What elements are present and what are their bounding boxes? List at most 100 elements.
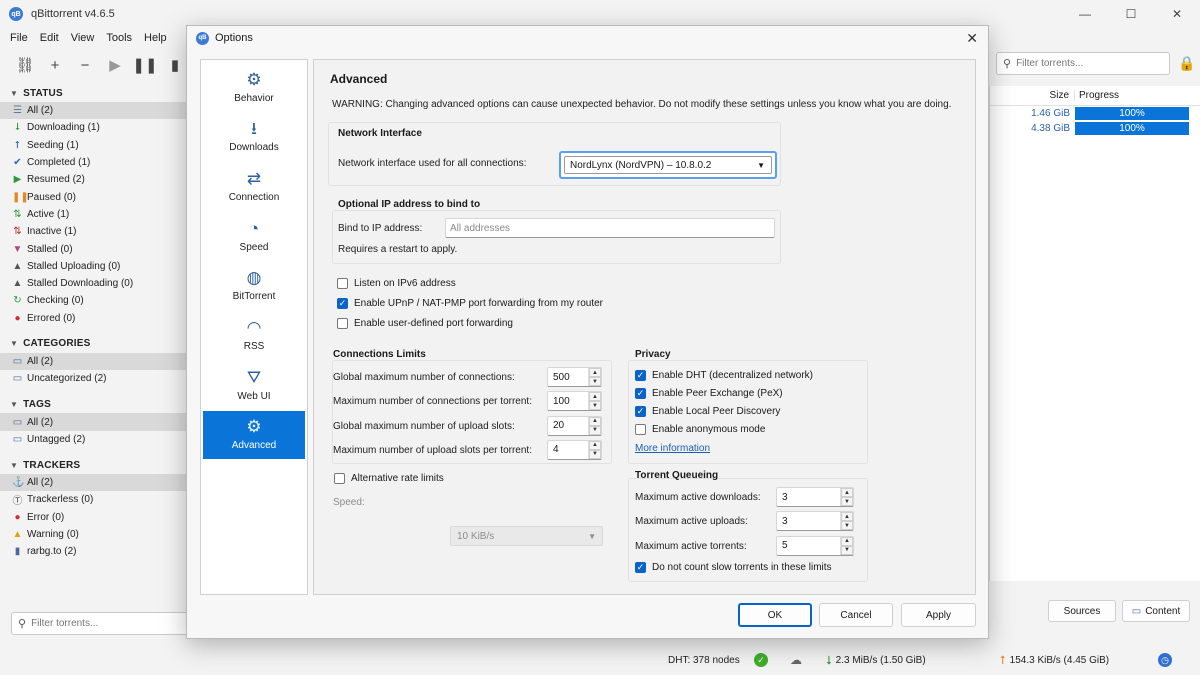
privacy-checkbox[interactable]: ✓ Enable Local Peer Discovery [635, 406, 780, 417]
nav-item-advanced[interactable]: ⚙ Advanced [203, 410, 305, 459]
category-item-uncategorized[interactable]: ▭ Uncategorized (2) [0, 370, 186, 387]
status-item[interactable]: ▲ Stalled Uploading (0) [0, 258, 186, 275]
tracker-item[interactable]: ▲ Warning (0) [0, 526, 186, 543]
spin-buttons[interactable]: ▲ ▼ [588, 368, 601, 386]
apply-button[interactable]: Apply [901, 603, 976, 627]
status-item[interactable]: ▼ Stalled (0) [0, 240, 186, 257]
spin-down-icon[interactable]: ▼ [589, 425, 601, 435]
more-information-text[interactable]: More information [635, 443, 710, 454]
nav-item-behavior[interactable]: ⚙ Behavior [203, 63, 305, 111]
spin-buttons[interactable]: ▲ ▼ [840, 488, 853, 506]
status-item[interactable]: ● Errored (0) [0, 310, 186, 327]
connections-limit-spinbox[interactable]: 20 ▲ ▼ [547, 415, 602, 436]
queueing-spinbox[interactable]: 3 ▲ ▼ [776, 511, 854, 532]
nav-item-web-ui[interactable]: ⛛ Web UI [203, 361, 305, 409]
add-torrent-icon[interactable]: + [40, 57, 70, 74]
torrent-filter-top[interactable]: ⚲ [996, 52, 1170, 75]
search-input[interactable] [1016, 58, 1157, 69]
nav-item-rss[interactable]: ◠ RSS [203, 312, 305, 360]
option-checkbox[interactable]: Listen on IPv6 address [337, 278, 456, 289]
search-input[interactable] [31, 618, 172, 629]
lock-icon[interactable]: 🔒 [1178, 55, 1195, 72]
status-item[interactable]: ✔ Completed (1) [0, 154, 186, 171]
connection-ok-icon[interactable]: ✓ [754, 653, 768, 667]
maximize-button[interactable]: ☐ [1108, 0, 1154, 28]
status-item[interactable]: ↻ Checking (0) [0, 292, 186, 309]
nav-item-speed[interactable]: ◔ Speed [203, 212, 305, 260]
spin-buttons[interactable]: ▲ ▼ [840, 512, 853, 531]
option-checkbox[interactable]: ✓ Enable UPnP / NAT-PMP port forwarding f… [337, 298, 603, 309]
pause-icon[interactable]: ❚❚ [130, 56, 160, 74]
nav-item-connection[interactable]: ⇄ Connection [203, 162, 305, 210]
spin-down-icon[interactable]: ▼ [589, 377, 601, 386]
status-item[interactable]: ▶ Resumed (2) [0, 171, 186, 188]
status-section-header[interactable]: ▼ STATUS [0, 84, 186, 102]
spin-down-icon[interactable]: ▼ [841, 521, 853, 531]
connections-limit-spinbox[interactable]: 500 ▲ ▼ [547, 367, 602, 387]
queueing-spinbox[interactable]: 3 ▲ ▼ [776, 487, 854, 507]
more-information-link[interactable]: More information [635, 443, 710, 454]
ok-button[interactable]: OK [738, 603, 812, 627]
spin-up-icon[interactable]: ▲ [589, 368, 601, 377]
spin-buttons[interactable]: ▲ ▼ [588, 440, 601, 459]
menu-edit[interactable]: Edit [34, 32, 65, 44]
spin-down-icon[interactable]: ▼ [841, 545, 853, 555]
privacy-checkbox[interactable]: ✓ Enable Peer Exchange (PeX) [635, 388, 783, 399]
category-item-all[interactable]: ▭ All (2) [0, 352, 186, 371]
nav-item-downloads[interactable]: ⭳ Downloads [203, 113, 305, 161]
table-row[interactable]: 1.46 GiB 100% [990, 106, 1200, 121]
menu-help[interactable]: Help [138, 32, 173, 44]
download-speed[interactable]: ⭣ 2.3 MiB/s (1.50 GiB) [826, 653, 926, 668]
connections-limit-spinbox[interactable]: 4 ▲ ▼ [547, 439, 602, 460]
spin-down-icon[interactable]: ▼ [841, 497, 853, 506]
privacy-checkbox[interactable]: Enable anonymous mode [635, 424, 765, 435]
bind-ip-field[interactable]: All addresses [445, 218, 775, 238]
close-window-button[interactable]: ✕ [1154, 0, 1200, 28]
add-torrent-link-icon[interactable]: ⛓ [10, 56, 40, 74]
status-item[interactable]: ⭣ Downloading (1) [0, 119, 186, 136]
spin-buttons[interactable]: ▲ ▼ [588, 392, 601, 411]
resume-icon[interactable]: ▶ [100, 56, 130, 74]
menu-tools[interactable]: Tools [100, 32, 138, 44]
network-interface-select[interactable]: NordLynx (NordVPN) – 10.8.0.2 ▼ [559, 151, 777, 179]
tags-section-header[interactable]: ▼ TAGS [0, 395, 186, 413]
alt-rate-checkbox[interactable]: Alternative rate limits [334, 473, 444, 484]
alt-speed-icon[interactable]: ◷ [1158, 653, 1172, 667]
table-row[interactable]: 4.38 GiB 100% [990, 121, 1200, 136]
upload-speed[interactable]: ⭡ 154.3 KiB/s (4.45 GiB) [1000, 653, 1109, 668]
trackers-section-header[interactable]: ▼ TRACKERS [0, 456, 186, 474]
minimize-button[interactable]: — [1062, 0, 1108, 28]
spin-up-icon[interactable]: ▲ [841, 512, 853, 522]
queueing-spinbox[interactable]: 5 ▲ ▼ [776, 535, 854, 556]
privacy-checkbox[interactable]: ✓ Enable DHT (decentralized network) [635, 370, 813, 381]
spin-buttons[interactable]: ▲ ▼ [588, 416, 601, 435]
categories-section-header[interactable]: ▼ CATEGORIES [0, 335, 186, 353]
spin-up-icon[interactable]: ▲ [589, 440, 601, 450]
dialog-close-button[interactable]: ✕ [966, 30, 978, 47]
status-item[interactable]: ⭡ Seeding (1) [0, 137, 186, 154]
tag-item-untagged[interactable]: ▭ Untagged (2) [0, 431, 186, 448]
cancel-button[interactable]: Cancel [819, 603, 893, 627]
content-button[interactable]: ▭ Content [1122, 600, 1190, 622]
spin-down-icon[interactable]: ▼ [589, 401, 601, 411]
spin-up-icon[interactable]: ▲ [841, 536, 853, 546]
remove-torrent-icon[interactable]: − [70, 57, 100, 74]
column-progress[interactable]: Progress [1075, 90, 1119, 101]
spin-up-icon[interactable]: ▲ [589, 392, 601, 402]
spin-up-icon[interactable]: ▲ [589, 416, 601, 426]
tracker-item[interactable]: ● Error (0) [0, 509, 186, 526]
nav-item-bittorrent[interactable]: ◍ BitTorrent [203, 262, 305, 310]
status-item[interactable]: ❚❚ Paused (0) [0, 188, 186, 205]
spin-buttons[interactable]: ▲ ▼ [840, 536, 853, 555]
tracker-item[interactable]: ⚓ All (2) [0, 474, 186, 492]
status-item[interactable]: ▲ Stalled Downloading (0) [0, 275, 186, 292]
column-size[interactable]: Size [990, 90, 1075, 101]
menu-view[interactable]: View [65, 32, 101, 44]
tag-item-all[interactable]: ▭ All (2) [0, 413, 186, 431]
option-checkbox[interactable]: Enable user-defined port forwarding [337, 318, 513, 329]
spin-up-icon[interactable]: ▲ [841, 488, 853, 497]
sources-button[interactable]: Sources [1048, 600, 1116, 622]
status-item[interactable]: ⇅ Active (1) [0, 206, 186, 223]
connections-limit-spinbox[interactable]: 100 ▲ ▼ [547, 391, 602, 412]
tracker-item[interactable]: ▮ rarbg.to (2) [0, 543, 186, 560]
